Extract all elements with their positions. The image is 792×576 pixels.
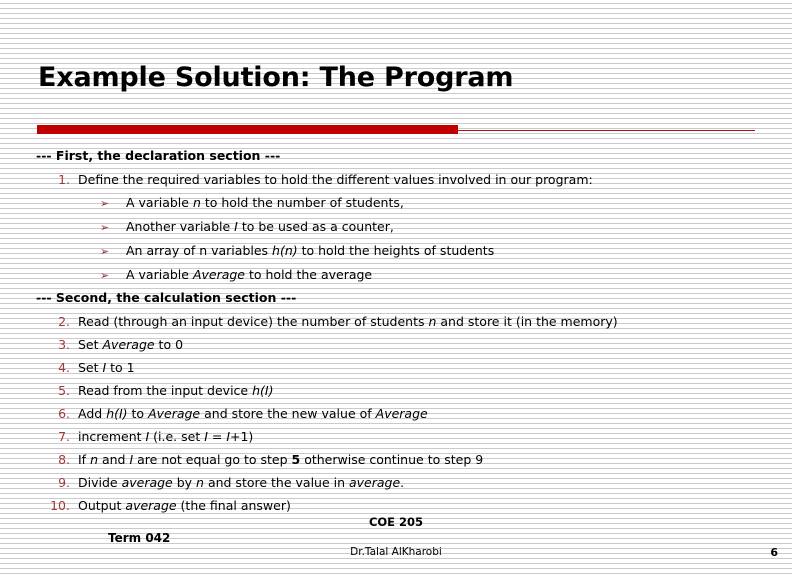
step-text: Add — [78, 406, 107, 421]
list-item: 6. Add h(I) to Average and store the new… — [36, 402, 760, 425]
list-text: A variable n to hold the number of stude… — [126, 191, 760, 214]
step-text: (i.e. set — [149, 429, 205, 444]
list-text: A variable Average to hold the average — [126, 263, 760, 286]
bullet-text-pre: A variable — [126, 267, 193, 282]
list-text: Read from the input device h(I) — [78, 379, 760, 402]
step-text: increment — [78, 429, 146, 444]
list-item: 7. increment I (i.e. set I = I+1) — [36, 425, 760, 448]
list-number: 4. — [58, 360, 70, 375]
list-text: Set I to 1 — [78, 356, 760, 379]
list-item: 5. Read from the input device h(I) — [36, 379, 760, 402]
list-item: 2. Read (through an input device) the nu… — [36, 310, 760, 333]
list-item: ➢ A variable n to hold the number of stu… — [36, 191, 760, 215]
list-item: ➢ Another variable I to be used as a cou… — [36, 215, 760, 239]
step-text: Output — [78, 498, 126, 513]
list-item: 8. If n and I are not equal go to step 5… — [36, 448, 760, 471]
variable-name: Average — [375, 406, 428, 421]
step-text: to — [127, 406, 149, 421]
bullet-text-post: to be used as a counter, — [237, 219, 394, 234]
arrow-bullet-icon: ➢ — [100, 269, 110, 282]
list-text: Define the required variables to hold th… — [78, 172, 593, 187]
list-number: 2. — [58, 314, 70, 329]
step-text: (the final answer) — [176, 498, 291, 513]
list-number: 7. — [58, 429, 70, 444]
step-text: Read from the input device — [78, 383, 253, 398]
variable-name: h(I) — [106, 406, 128, 421]
footer-term: Term 042 — [108, 531, 171, 545]
step-text: otherwise continue to step 9 — [300, 452, 484, 467]
variable-name: Average — [102, 337, 155, 352]
section-header-declaration: --- First, the declaration section --- — [36, 148, 281, 163]
variable-name: average — [125, 498, 177, 513]
step-text: = — [207, 429, 227, 444]
step-text: and store the new value of — [200, 406, 376, 421]
list-number: 1. — [58, 172, 70, 187]
arrow-bullet-icon: ➢ — [100, 245, 110, 258]
list-item: 9. Divide average by n and store the val… — [36, 471, 760, 494]
variable-name: Average — [192, 267, 246, 282]
step-text: and store it (in the memory) — [436, 314, 618, 329]
slide-body: --- First, the declaration section --- 1… — [36, 145, 760, 517]
step-text: are not equal go to step — [133, 452, 292, 467]
list-text: Divide average by n and store the value … — [78, 471, 760, 494]
list-number: 5. — [58, 383, 70, 398]
section-header-calculation: --- Second, the calculation section --- — [36, 290, 297, 305]
variable-name: h(I) — [252, 383, 274, 398]
step-text: to 0 — [154, 337, 184, 352]
arrow-bullet-icon: ➢ — [100, 221, 110, 234]
variable-name: average — [121, 475, 173, 490]
list-item: 4. Set I to 1 — [36, 356, 760, 379]
step-text: . — [400, 475, 405, 490]
step-reference-bold: 5 — [291, 452, 301, 467]
step-text: Read (through an input device) the numbe… — [78, 314, 429, 329]
step-text: If — [78, 452, 91, 467]
bullet-text-pre: A variable — [126, 195, 193, 210]
slide-canvas: Example Solution: The Program --- First,… — [0, 0, 792, 576]
variable-name: Average — [148, 406, 201, 421]
list-number: 8. — [58, 452, 70, 467]
list-item: ➢ A variable Average to hold the average — [36, 263, 760, 287]
list-item: 10. Output average (the final answer) — [36, 494, 760, 517]
variable-name: n — [90, 452, 98, 467]
list-number: 9. — [58, 475, 70, 490]
list-text: An array of n variables h(n) to hold the… — [126, 239, 760, 262]
bullet-text-post: to hold the average — [245, 267, 373, 282]
list-number: 10. — [50, 498, 70, 513]
bullet-text-post: to hold the number of students, — [200, 195, 404, 210]
arrow-bullet-icon: ➢ — [100, 197, 110, 210]
step-text: Set — [78, 337, 103, 352]
variable-name: average — [349, 475, 401, 490]
variable-name: h(n) — [272, 243, 298, 258]
variable-name: n — [192, 195, 201, 210]
bullet-text-pre: An array of n variables — [126, 243, 273, 258]
list-text: Another variable I to be used as a count… — [126, 215, 760, 238]
list-text: increment I (i.e. set I = I+1) — [78, 425, 760, 448]
step-text: +1) — [230, 429, 254, 444]
list-number: 3. — [58, 337, 70, 352]
title-underline-thick — [37, 125, 458, 134]
step-text: by — [172, 475, 197, 490]
list-text: If n and I are not equal go to step 5 ot… — [78, 448, 760, 471]
footer-author: Dr.Talal AlKharobi — [350, 546, 442, 558]
footer-course-code: COE 205 — [368, 515, 424, 529]
step-text: and — [98, 452, 130, 467]
list-text: Read (through an input device) the numbe… — [78, 310, 760, 333]
list-number: 6. — [58, 406, 70, 421]
bullet-text-pre: Another variable — [126, 219, 235, 234]
step-text: Set — [78, 360, 103, 375]
list-text: Add h(I) to Average and store the new va… — [78, 402, 760, 425]
list-item: ➢ An array of n variables h(n) to hold t… — [36, 239, 760, 263]
list-text: Set Average to 0 — [78, 333, 760, 356]
slide-page-number: 6 — [770, 546, 778, 559]
list-item: 3. Set Average to 0 — [36, 333, 760, 356]
list-item: 1. Define the required variables to hold… — [36, 168, 760, 191]
bullet-text-post: to hold the heights of students — [297, 243, 495, 258]
list-text: Output average (the final answer) — [78, 494, 760, 517]
step-text: to 1 — [106, 360, 135, 375]
step-text: Divide — [78, 475, 122, 490]
variable-name: n — [196, 475, 204, 490]
step-text: and store the value in — [203, 475, 349, 490]
page-title: Example Solution: The Program — [38, 62, 514, 93]
